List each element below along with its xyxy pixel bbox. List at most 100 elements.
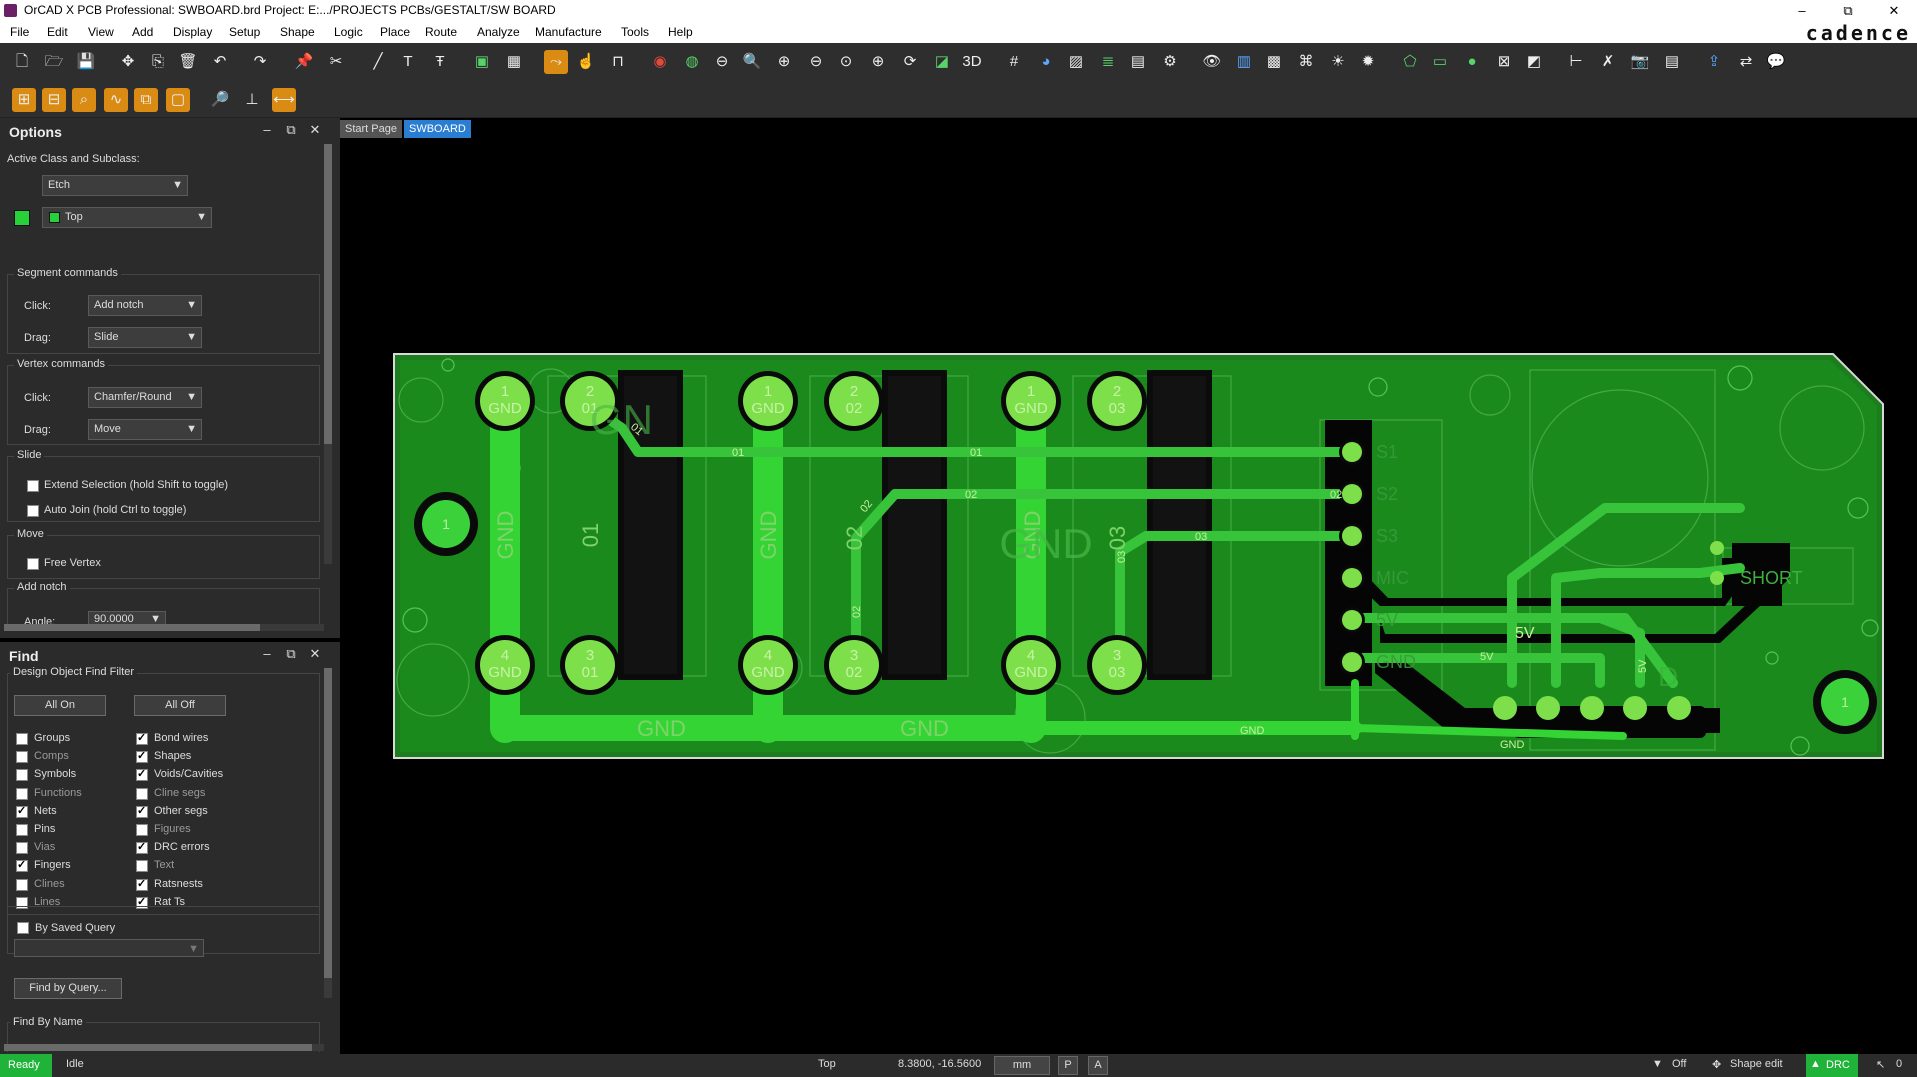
report-icon[interactable]: ▤ xyxy=(1660,50,1684,74)
zoom-out-icon[interactable]: ⊖ xyxy=(710,50,734,74)
visibility-icon[interactable]: 👁 xyxy=(1200,50,1224,74)
layers-icon[interactable]: ≣ xyxy=(1096,50,1120,74)
dimension-icon[interactable]: ⊢ xyxy=(1564,50,1588,74)
menu-place[interactable]: Place xyxy=(380,25,410,39)
zoom-in-icon[interactable]: ⊕ xyxy=(772,50,796,74)
zoom-previous-icon[interactable]: ⊖ xyxy=(804,50,828,74)
measure-icon[interactable]: 🔎 xyxy=(208,88,232,112)
connector-pad[interactable] xyxy=(1493,696,1517,720)
menu-add[interactable]: Add xyxy=(132,25,153,39)
add-line-icon[interactable]: ╱ xyxy=(366,50,390,74)
header-pad[interactable] xyxy=(1342,526,1362,546)
filter-checkbox[interactable] xyxy=(136,860,148,873)
menu-route[interactable]: Route xyxy=(425,25,457,39)
filter-checkbox[interactable] xyxy=(16,769,28,782)
shape-rect-icon[interactable]: ▭ xyxy=(1428,50,1452,74)
header-pad[interactable] xyxy=(1342,652,1362,672)
segment-click-dropdown[interactable]: Add notch ▼ xyxy=(88,295,202,316)
minimize-button[interactable]: – xyxy=(1782,0,1822,21)
menu-edit[interactable]: Edit xyxy=(47,25,68,39)
p-toggle[interactable]: P xyxy=(1058,1056,1078,1075)
class-dropdown[interactable]: Etch ▼ xyxy=(42,175,188,196)
by-saved-query-checkbox[interactable] xyxy=(17,922,29,934)
slide-icon[interactable]: ☝ xyxy=(574,50,598,74)
extend-selection-checkbox[interactable] xyxy=(27,480,39,492)
find-scrollbar[interactable] xyxy=(324,668,332,998)
filter-checkbox[interactable] xyxy=(16,842,28,855)
pcb-board-view[interactable]: 1 GND 2 01 1 GND 2 02 1 GND 2 03 4 GND 3… xyxy=(340,138,1917,1053)
delete-dim-icon[interactable]: ✗ xyxy=(1596,50,1620,74)
unpin-icon[interactable]: ✂ xyxy=(324,50,348,74)
zoom-world-icon[interactable]: ⊕ xyxy=(866,50,890,74)
highlight-icon[interactable]: ☀ xyxy=(1326,50,1350,74)
filter-checkbox[interactable] xyxy=(16,858,28,873)
filter-checkbox[interactable] xyxy=(136,787,148,800)
constraint-icon[interactable]: ▥ xyxy=(1232,50,1256,74)
unrats-icon[interactable]: ⌘ xyxy=(1294,50,1318,74)
chip-icon[interactable]: ▦ xyxy=(502,50,526,74)
short-pad[interactable] xyxy=(1710,571,1724,585)
shape-void-icon[interactable]: ◩ xyxy=(1522,50,1546,74)
menu-view[interactable]: View xyxy=(88,25,114,39)
subclass-dropdown[interactable]: Top ▼ xyxy=(42,207,212,228)
group-edit-icon[interactable]: ⧉ xyxy=(134,88,158,112)
auto-join-checkbox[interactable] xyxy=(27,505,39,517)
dehighlight-icon[interactable]: ✹ xyxy=(1356,50,1380,74)
route-icon[interactable]: ⤳ xyxy=(544,50,568,74)
filter-checkbox[interactable] xyxy=(136,767,148,782)
layer-view-icon[interactable]: ◪ xyxy=(930,50,954,74)
shadow-icon[interactable]: ▨ xyxy=(1064,50,1088,74)
copy-icon[interactable]: ⎘ xyxy=(146,50,170,74)
segment-drag-dropdown[interactable]: Slide ▼ xyxy=(88,327,202,348)
frame-icon[interactable]: ▢ xyxy=(166,88,190,112)
undo-icon[interactable]: ↶ xyxy=(208,50,232,74)
place-component-icon[interactable]: ▣ xyxy=(470,50,494,74)
export-icon[interactable]: ⇪ xyxy=(1702,50,1726,74)
component-edit-icon[interactable]: ⊟ xyxy=(42,88,66,112)
header-pad[interactable] xyxy=(1342,484,1362,504)
camera-icon[interactable]: 📷 xyxy=(1628,50,1652,74)
menu-display[interactable]: Display xyxy=(173,25,212,39)
menu-setup[interactable]: Setup xyxy=(229,25,260,39)
close-button[interactable]: ✕ xyxy=(1874,0,1914,21)
menu-tools[interactable]: Tools xyxy=(621,25,649,39)
menu-logic[interactable]: Logic xyxy=(334,25,363,39)
a-toggle[interactable]: A xyxy=(1088,1056,1108,1075)
menu-file[interactable]: File xyxy=(10,25,29,39)
units-indicator[interactable]: mm xyxy=(994,1056,1050,1075)
vertex-drag-dropdown[interactable]: Move ▼ xyxy=(88,419,202,440)
redo-icon[interactable]: ↷ xyxy=(248,50,272,74)
3d-view-icon[interactable]: 3D xyxy=(960,50,984,74)
filter-checkbox[interactable] xyxy=(136,840,148,855)
free-vertex-checkbox[interactable] xyxy=(27,558,39,570)
filter-checkbox[interactable] xyxy=(136,749,148,764)
subclass-color-swatch[interactable] xyxy=(14,210,30,226)
filter-checkbox[interactable] xyxy=(136,877,148,891)
save-icon[interactable]: 💾 xyxy=(74,50,98,74)
shape-add-icon[interactable]: ⬠ xyxy=(1398,50,1422,74)
property-edit-icon[interactable]: ⊞ xyxy=(12,88,36,112)
panel-float-icon[interactable]: ⧉ xyxy=(282,121,300,139)
waveform-icon[interactable]: ∿ xyxy=(104,88,128,112)
panel-minimize-icon[interactable]: – xyxy=(258,645,276,663)
cross-probe-icon[interactable]: ⇄ xyxy=(1734,50,1758,74)
pin-icon[interactable]: 📌 xyxy=(292,50,316,74)
menu-manufacture[interactable]: Manufacture xyxy=(535,25,602,39)
package-icon[interactable]: ▩ xyxy=(1262,50,1286,74)
filter-checkbox[interactable] xyxy=(16,751,28,764)
connector-pad[interactable] xyxy=(1536,696,1560,720)
delay-tune-icon[interactable]: ⊓ xyxy=(606,50,630,74)
menu-analyze[interactable]: Analyze xyxy=(477,25,520,39)
tab-start-page[interactable]: Start Page xyxy=(340,120,402,138)
design-canvas[interactable]: 1 GND 2 01 1 GND 2 02 1 GND 2 03 4 GND 3… xyxy=(340,138,1917,1053)
filter-icon[interactable]: ▼ xyxy=(1652,1058,1663,1070)
edit-text-icon[interactable]: Ŧ xyxy=(428,50,452,74)
color-icon[interactable]: ◕ xyxy=(1034,50,1058,74)
chat-icon[interactable]: 💬 xyxy=(1764,50,1788,74)
filter-checkbox[interactable] xyxy=(16,824,28,836)
short-pad[interactable] xyxy=(1710,541,1724,555)
zoom-window-icon[interactable]: 🔍 xyxy=(740,50,764,74)
options-scrollbar[interactable] xyxy=(324,144,332,564)
open-icon[interactable]: 🗁 xyxy=(42,50,66,74)
panel-close-icon[interactable]: ✕ xyxy=(306,121,324,139)
